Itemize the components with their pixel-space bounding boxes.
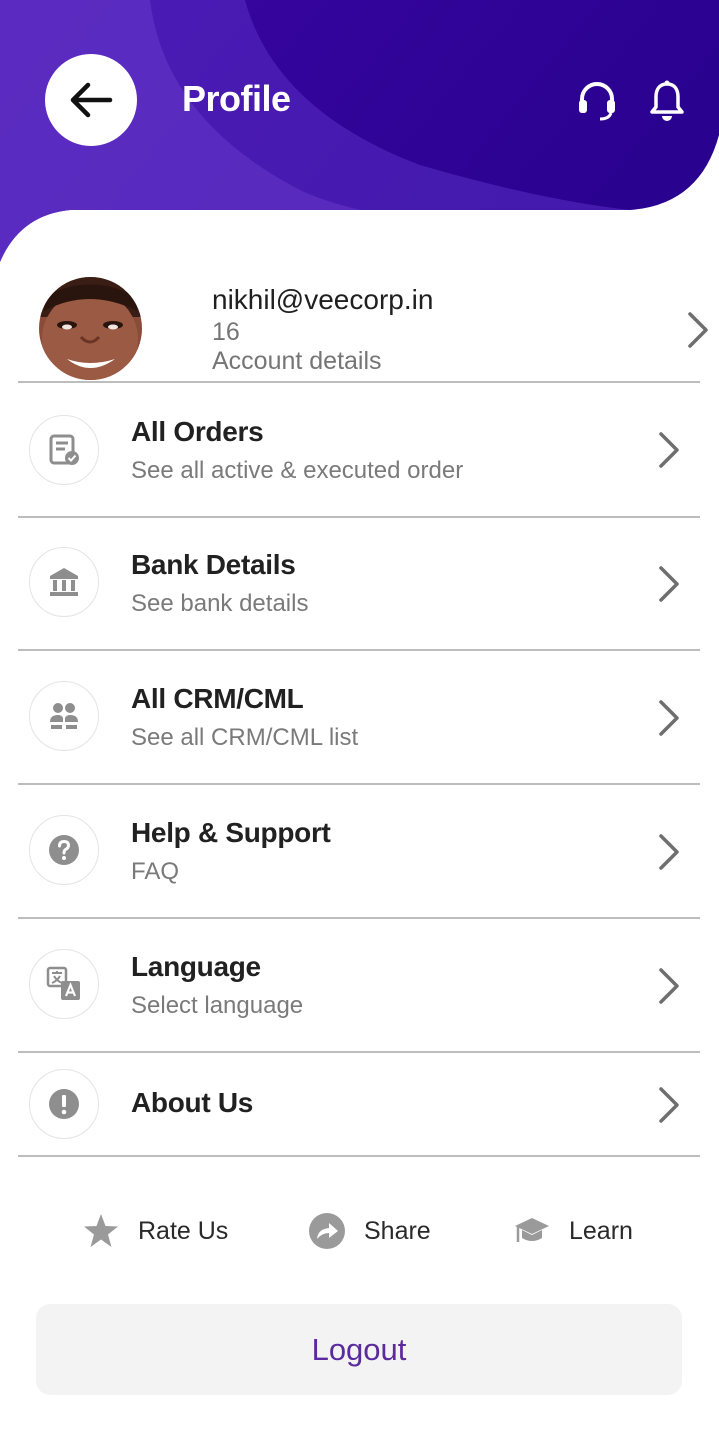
menu-title: All CRM/CML (131, 683, 304, 714)
menu-icon-container (29, 547, 99, 617)
bank-icon (50, 568, 78, 596)
menu-subtitle: Select language (131, 992, 304, 1019)
headset-icon (579, 82, 615, 121)
logout-button[interactable]: Logout (36, 1304, 682, 1395)
account-email: nikhil@veecorp.in (212, 284, 434, 315)
chevron-right-icon (659, 834, 679, 870)
action-label: Learn (569, 1216, 633, 1245)
back-button[interactable] (45, 54, 137, 146)
menu-title: Bank Details (131, 549, 296, 580)
share-icon (309, 1213, 345, 1249)
divider (18, 917, 700, 919)
divider (18, 381, 700, 383)
bell-icon (650, 80, 684, 121)
chevron-right-icon (659, 432, 679, 468)
info-icon (49, 1089, 79, 1119)
header-background (0, 0, 719, 262)
menu-icon-container (29, 1069, 99, 1139)
orders-icon (49, 434, 79, 465)
help-icon (49, 835, 79, 865)
menu-item-bank-details[interactable]: Bank Details See bank details (18, 518, 700, 650)
menu-title: About Us (131, 1087, 254, 1118)
divider (18, 783, 700, 785)
divider (18, 1051, 700, 1053)
menu-title: Language (131, 951, 261, 982)
learn-button[interactable]: Learn (513, 1200, 633, 1262)
menu-subtitle: See bank details (131, 590, 309, 617)
menu-subtitle: See all active & executed order (131, 457, 464, 484)
account-details-row[interactable]: nikhil@veecorp.in 16 Account details (18, 270, 718, 382)
action-label: Share (364, 1216, 431, 1245)
support-button[interactable] (575, 78, 619, 122)
account-number: 16 (212, 318, 240, 346)
quick-actions: Rate Us Share Learn (0, 1200, 719, 1262)
rate-us-button[interactable]: Rate Us (82, 1200, 228, 1262)
menu-subtitle: FAQ (131, 858, 180, 885)
menu-item-language[interactable]: Language Select language (18, 920, 700, 1052)
menu-icon-container (29, 949, 99, 1019)
logout-label: Logout (311, 1331, 407, 1367)
arrow-left-icon (70, 82, 113, 118)
profile-screen: Profile nikhil@veecorp.in 16 Account det… (0, 0, 719, 1440)
chevron-right-icon (659, 1087, 679, 1123)
menu-item-all-orders[interactable]: All Orders See all active & executed ord… (18, 384, 700, 516)
menu-title: All Orders (131, 416, 264, 447)
chevron-right-icon (688, 312, 708, 348)
menu-item-about-us[interactable]: About Us (18, 1054, 700, 1154)
action-label: Rate Us (138, 1216, 229, 1245)
star-icon (84, 1214, 118, 1247)
notifications-button[interactable] (645, 78, 689, 122)
people-icon (50, 703, 78, 729)
divider (18, 1155, 700, 1157)
menu-icon-container (29, 415, 99, 485)
chevron-right-icon (659, 700, 679, 736)
menu-icon-container (29, 815, 99, 885)
avatar (39, 277, 142, 380)
menu-item-all-crm-cml[interactable]: All CRM/CML See all CRM/CML list (18, 652, 700, 784)
translate-icon (46, 966, 80, 1000)
chevron-right-icon (659, 566, 679, 602)
menu-title: Help & Support (131, 817, 331, 848)
chevron-right-icon (659, 968, 679, 1004)
menu-subtitle: See all CRM/CML list (131, 724, 359, 751)
menu-icon-container (29, 681, 99, 751)
account-subtitle: Account details (212, 347, 382, 375)
divider (18, 649, 700, 651)
graduation-cap-icon (515, 1218, 549, 1242)
page-title: Profile (182, 78, 291, 119)
menu-item-help-support[interactable]: Help & Support FAQ (18, 786, 700, 918)
share-button[interactable]: Share (308, 1200, 431, 1262)
